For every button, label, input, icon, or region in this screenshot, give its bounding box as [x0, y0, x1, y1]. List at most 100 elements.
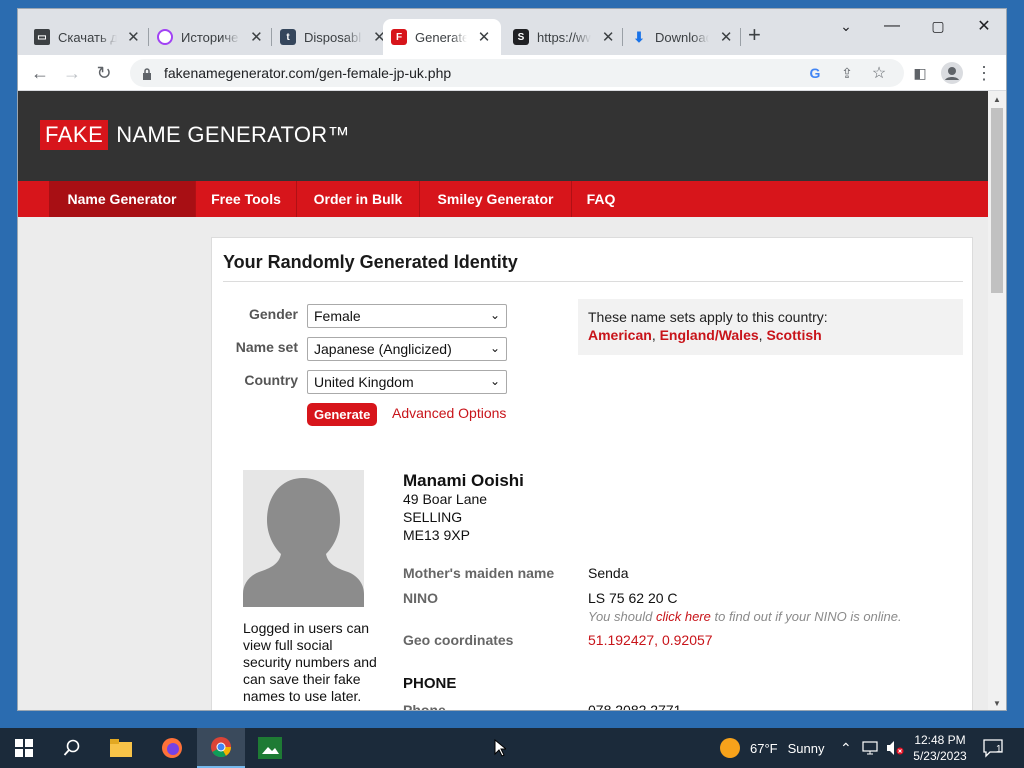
divider — [223, 281, 963, 282]
nav-free-tools[interactable]: Free Tools — [196, 181, 297, 217]
tab-https[interactable]: S https://ww ✕ — [505, 19, 623, 55]
tab-history-ru[interactable]: Историче ✕ — [149, 19, 271, 55]
nino-click-here-link[interactable]: click here — [656, 609, 711, 624]
maiden-name-label: Mother's maiden name — [403, 565, 555, 581]
back-button[interactable]: ← — [26, 59, 54, 87]
terminal-icon: ▭ — [34, 29, 50, 45]
scroll-down-icon[interactable]: ▼ — [993, 699, 1001, 708]
close-window-button[interactable]: ✕ — [961, 9, 1006, 43]
volume-muted-icon[interactable] — [886, 728, 904, 768]
nav-order-in-bulk[interactable]: Order in Bulk — [297, 181, 420, 217]
tab-download[interactable]: ⬇ Download ✕ — [623, 19, 741, 55]
country-label: Country — [244, 372, 298, 388]
gender-select[interactable]: Female ⌄ — [307, 304, 507, 328]
clock[interactable]: 12:48 PM 5/23/2023 — [906, 728, 974, 768]
bookmark-star-icon[interactable]: ☆ — [870, 64, 888, 82]
tab-disposable[interactable]: t Disposabl ✕ — [272, 19, 394, 55]
browser-window: ▭ Скачать д ✕ Историче ✕ t Disposabl ✕ F… — [17, 8, 1007, 711]
close-icon[interactable]: ✕ — [601, 28, 615, 46]
advanced-options-link[interactable]: Advanced Options — [392, 405, 506, 421]
url-text: fakenamegenerator.com/gen-female-jp-uk.p… — [164, 65, 452, 81]
nav-faq[interactable]: FAQ — [572, 181, 630, 217]
notification-center-icon[interactable]: 1 — [982, 728, 1004, 768]
geo-label: Geo coordinates — [403, 632, 514, 648]
nameset-select[interactable]: Japanese (Anglicized) ⌄ — [307, 337, 507, 361]
close-icon[interactable]: ✕ — [477, 28, 491, 46]
taskbar: 67°F Sunny ⌃ 12:48 PM 5/23/2023 1 — [0, 728, 1024, 768]
link-england-wales[interactable]: England/Wales — [660, 327, 759, 343]
identity-panel: Your Randomly Generated Identity Gender … — [211, 237, 973, 711]
start-button[interactable] — [0, 728, 48, 768]
tumblr-icon: t — [280, 29, 296, 45]
gender-label: Gender — [248, 306, 298, 322]
address-line-3: ME13 9XP — [403, 527, 470, 543]
site-logo[interactable]: FAKE NAME GENERATOR™ — [40, 120, 350, 150]
search-icon[interactable] — [48, 728, 96, 768]
scrollbar-thumb[interactable] — [991, 108, 1003, 293]
network-icon[interactable] — [862, 728, 878, 768]
sun-icon — [720, 738, 740, 758]
tab-download-ru[interactable]: ▭ Скачать д ✕ — [26, 19, 148, 55]
browser-toolbar: ← → ↻ fakenamegenerator.com/gen-female-j… — [18, 55, 1006, 91]
google-translate-icon[interactable]: G — [806, 64, 824, 82]
address-bar[interactable]: fakenamegenerator.com/gen-female-jp-uk.p… — [130, 59, 904, 87]
file-explorer-icon[interactable] — [97, 728, 145, 768]
close-icon[interactable]: ✕ — [250, 28, 263, 46]
close-icon[interactable]: ✕ — [719, 28, 733, 46]
chevron-down-icon: ⌄ — [489, 341, 500, 355]
nav-name-generator[interactable]: Name Generator — [49, 181, 196, 217]
chevron-down-icon: ⌄ — [489, 374, 500, 388]
nameset-info-box: These name sets apply to this country: A… — [578, 299, 963, 355]
address-line-1: 49 Boar Lane — [403, 491, 488, 507]
link-scottish[interactable]: Scottish — [766, 327, 821, 343]
tab-strip: ▭ Скачать д ✕ Историче ✕ t Disposabl ✕ F… — [18, 9, 1006, 55]
identity-name: Manami Ooishi — [403, 471, 524, 490]
menu-kebab-icon[interactable]: ⋮ — [970, 59, 998, 87]
tab-generate[interactable]: F Generate ✕ — [383, 19, 501, 55]
nino-value: LS 75 62 20 C — [588, 590, 678, 606]
mouse-cursor-icon — [494, 728, 506, 768]
phone-section-title: PHONE — [403, 675, 457, 692]
tab-search-chevron-icon[interactable]: ⌄ — [823, 9, 869, 43]
s-icon: S — [513, 29, 529, 45]
forward-button[interactable]: → — [58, 59, 86, 87]
profile-avatar[interactable] — [938, 59, 966, 87]
scroll-up-icon[interactable]: ▲ — [993, 95, 1001, 104]
fakename-icon: F — [391, 29, 407, 45]
info-text: These name sets apply to this country: — [588, 309, 828, 325]
firefox-icon[interactable] — [148, 728, 196, 768]
minimize-button[interactable]: — — [869, 9, 915, 43]
maximize-button[interactable]: ▢ — [915, 9, 961, 43]
side-panel-icon[interactable]: ◧ — [906, 59, 934, 87]
new-tab-button[interactable]: + — [748, 24, 761, 46]
country-select[interactable]: United Kingdom ⌄ — [307, 370, 507, 394]
site-header: FAKE NAME GENERATOR™ — [18, 91, 990, 181]
close-icon[interactable]: ✕ — [127, 28, 140, 46]
nino-hint: You should click here to find out if you… — [588, 609, 902, 624]
nameset-label: Name set — [235, 339, 298, 355]
login-note: Logged in users can view full social sec… — [243, 620, 377, 704]
phone-label: Phone — [403, 702, 446, 711]
link-american[interactable]: American — [588, 327, 652, 343]
chevron-down-icon: ⌄ — [489, 308, 500, 322]
podcast-icon — [157, 29, 173, 45]
phone-value: 078 2082 2771 — [588, 702, 682, 711]
app-green-icon[interactable] — [246, 728, 294, 768]
reload-button[interactable]: ↻ — [90, 59, 118, 87]
chrome-icon[interactable] — [197, 728, 245, 768]
share-icon[interactable]: ⇪ — [838, 64, 856, 82]
download-icon: ⬇ — [633, 28, 645, 45]
web-page: FAKE NAME GENERATOR™ Name Generator Free… — [18, 91, 990, 711]
nino-label: NINO — [403, 590, 438, 606]
nav-smiley-generator[interactable]: Smiley Generator — [420, 181, 572, 217]
geo-coordinates-link[interactable]: 51.192427, 0.92057 — [588, 632, 713, 648]
tray-chevron-up-icon[interactable]: ⌃ — [840, 728, 852, 768]
address-line-2: SELLING — [403, 509, 463, 525]
maiden-name-value: Senda — [588, 565, 629, 581]
page-scrollbar[interactable]: ▲ ▼ — [988, 91, 1006, 710]
lock-icon — [142, 67, 152, 80]
generate-button[interactable]: Generate — [307, 403, 378, 426]
page-title: Your Randomly Generated Identity — [223, 252, 518, 272]
weather-widget[interactable]: 67°F Sunny — [720, 728, 824, 768]
windows-icon — [15, 739, 33, 757]
